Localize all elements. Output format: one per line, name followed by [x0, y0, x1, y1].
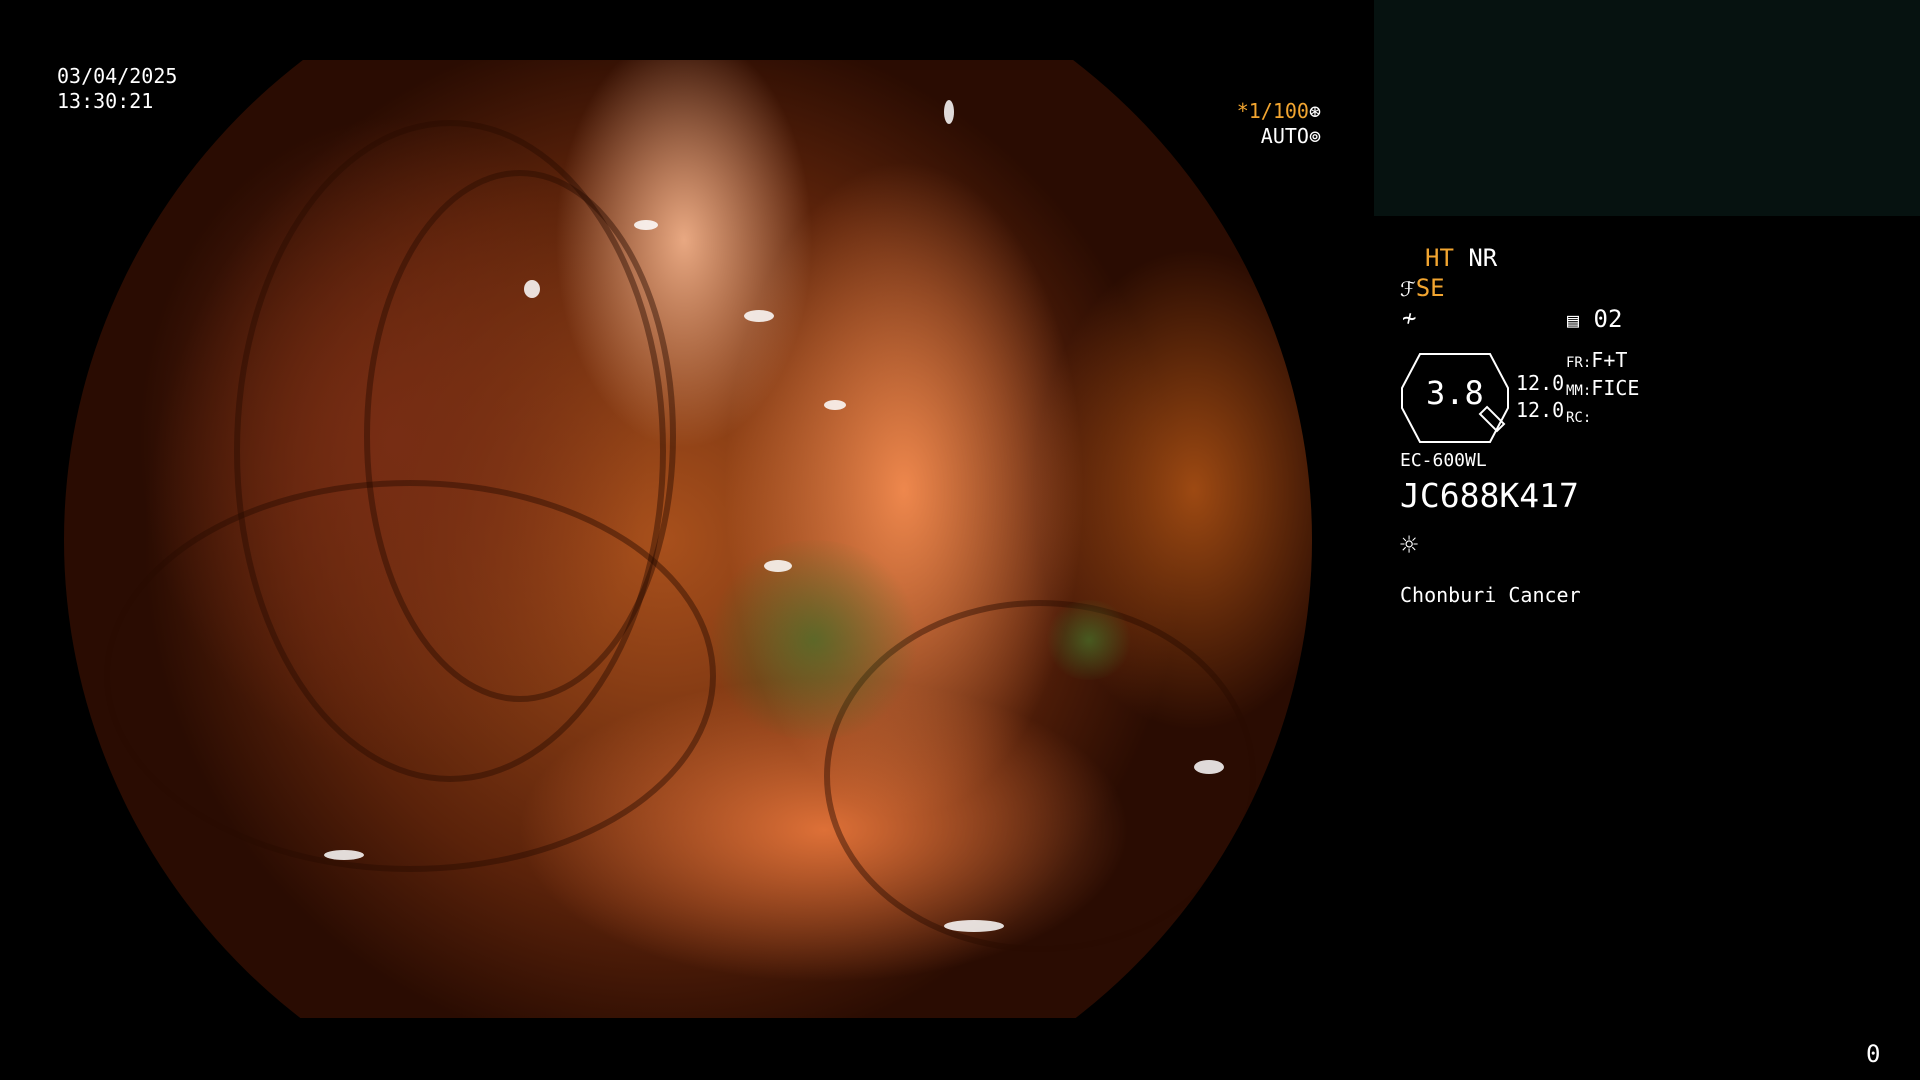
- specular-highlight: [824, 400, 846, 410]
- zoom-value: 3.8: [1426, 374, 1484, 412]
- mode-panel: FR:F+T MM:FICE RC:: [1566, 348, 1639, 431]
- fr-value: F+T: [1591, 348, 1628, 372]
- date-text: 03/04/2025: [57, 64, 178, 88]
- timestamp: 03/04/2025 13:30:21: [57, 64, 177, 114]
- specular-highlight: [944, 920, 1004, 932]
- scope-model: EC-600WL: [1400, 450, 1487, 471]
- endoscope-view: [64, 60, 1312, 1018]
- light-values: 12.0 12.0: [1516, 370, 1564, 424]
- mucosal-fold: [104, 480, 716, 872]
- zoom-indicator: 3.8: [1400, 352, 1510, 443]
- institution-name: Chonburi Cancer: [1400, 583, 1581, 607]
- settings-icon: ⊚: [1308, 124, 1321, 148]
- lamp-icon: ☼: [1400, 528, 1419, 563]
- ht-label: HT: [1425, 244, 1454, 272]
- mm-value: FICE: [1591, 376, 1640, 400]
- light-value-2: 12.0: [1516, 398, 1565, 422]
- freeze-icon: ≁: [1402, 304, 1417, 332]
- rc-label: RC:: [1566, 410, 1592, 426]
- memory-icon: ▤: [1567, 308, 1580, 332]
- aperture-icon: ⊛: [1308, 99, 1321, 123]
- fr-label: FR:: [1566, 355, 1592, 371]
- thumbnail-area: [1374, 0, 1920, 216]
- specular-highlight: [944, 100, 954, 124]
- green-residue: [704, 540, 924, 740]
- specular-highlight: [1194, 760, 1224, 774]
- specular-highlight: [764, 560, 792, 572]
- memory-row: ▤ 02: [1567, 305, 1622, 333]
- memory-value: 02: [1593, 305, 1623, 333]
- specular-highlight: [744, 310, 774, 322]
- nr-label: NR: [1468, 244, 1498, 272]
- shutter-speed: *1/100: [1236, 99, 1309, 123]
- shutter-panel: *1/100⊛ AUTO⊚: [1225, 99, 1321, 149]
- processing-modes: HT NR: [1425, 244, 1497, 272]
- enhance-row: ℱSE: [1400, 274, 1445, 302]
- green-residue: [1044, 600, 1134, 680]
- light-value-1: 12.0: [1516, 371, 1565, 395]
- specular-highlight: [524, 280, 540, 298]
- specular-highlight: [324, 850, 364, 860]
- time-text: 13:30:21: [57, 89, 154, 113]
- auto-mode: AUTO: [1260, 124, 1309, 148]
- enhance-icon: ℱ: [1400, 277, 1416, 301]
- mm-label: MM:: [1566, 383, 1592, 399]
- se-label: SE: [1415, 274, 1445, 302]
- image-counter: 0: [1866, 1040, 1881, 1068]
- specular-highlight: [634, 220, 658, 230]
- scope-serial: JC688K417: [1400, 476, 1579, 515]
